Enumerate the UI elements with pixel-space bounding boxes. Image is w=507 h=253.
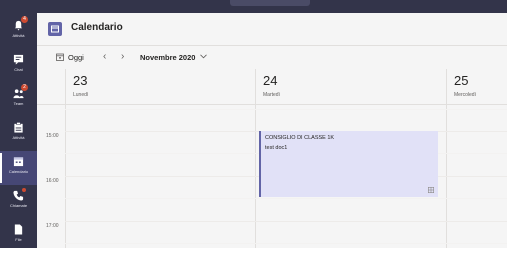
day-number: 25 (454, 73, 469, 88)
day-header-row: 23 Lunedì 24 Martedì 25 Mercoledì (37, 69, 507, 105)
grid-line (65, 198, 507, 199)
day-header-wednesday[interactable]: 25 Mercoledì (446, 69, 507, 104)
event-subtitle: test doc1 (265, 145, 288, 151)
month-selector[interactable]: Novembre 2020 (140, 53, 195, 62)
teams-badge: 2 (21, 84, 28, 91)
grid-line (65, 243, 507, 244)
day-name: Lunedì (73, 92, 89, 98)
calendar-event[interactable]: CONSIGLIO DI CLASSE 1K test doc1 (259, 131, 438, 197)
time-label: 16:00 (46, 178, 59, 184)
rail-item-chat[interactable]: Chat (0, 49, 37, 83)
day-name: Mercoledì (454, 92, 476, 98)
day-number: 24 (263, 73, 278, 88)
grid-line (65, 109, 507, 110)
rail-item-label: Attività (12, 33, 25, 38)
rail-item-assignments[interactable]: Attività (0, 117, 37, 151)
rail-item-teams[interactable]: 2 Team (0, 83, 37, 117)
calendar-toolbar: Oggi ‹ › Novembre 2020 (37, 46, 507, 69)
day-header-tuesday[interactable]: 24 Martedì (255, 69, 446, 104)
search-bar[interactable] (230, 0, 310, 6)
day-number: 23 (73, 73, 88, 88)
grid-line (65, 221, 507, 222)
day-header-monday[interactable]: 23 Lunedì (65, 69, 254, 104)
today-button[interactable]: Oggi (68, 53, 84, 62)
rail-item-label: Attività (12, 135, 25, 140)
event-title: CONSIGLIO DI CLASSE 1K (265, 135, 335, 141)
app-header: Calendario (37, 13, 507, 46)
calendar-app-icon (48, 22, 62, 36)
next-week-icon[interactable]: › (121, 51, 124, 62)
rail-item-calls[interactable]: Chiamate (0, 185, 37, 219)
rail-item-label: File (15, 237, 22, 242)
time-label: 17:00 (46, 223, 59, 229)
assignments-icon (14, 122, 23, 133)
rail-item-label: Chat (14, 67, 23, 72)
calls-dot (22, 188, 26, 192)
rail-item-activity[interactable]: 4 Attività (0, 15, 37, 49)
day-name: Martedì (263, 92, 280, 98)
meeting-icon (428, 187, 434, 193)
chevron-down-icon[interactable] (200, 54, 207, 59)
previous-week-icon[interactable]: ‹ (103, 51, 106, 62)
file-icon (14, 224, 23, 235)
rail-item-label: Calendario (8, 169, 29, 174)
title-bar (0, 0, 507, 13)
app-rail: 4 Attività Chat 2 Team Attività Calendar… (0, 13, 37, 248)
chat-icon (13, 54, 24, 65)
rail-item-calendar[interactable]: Calendario (0, 151, 37, 185)
rail-item-label: Chiamate (9, 203, 28, 208)
calendar-icon (13, 157, 24, 167)
page-title: Calendario (71, 22, 123, 33)
time-label: 15:00 (46, 133, 59, 139)
today-icon[interactable] (56, 53, 64, 61)
rail-item-label: Team (13, 101, 24, 106)
activity-badge: 4 (21, 16, 28, 23)
